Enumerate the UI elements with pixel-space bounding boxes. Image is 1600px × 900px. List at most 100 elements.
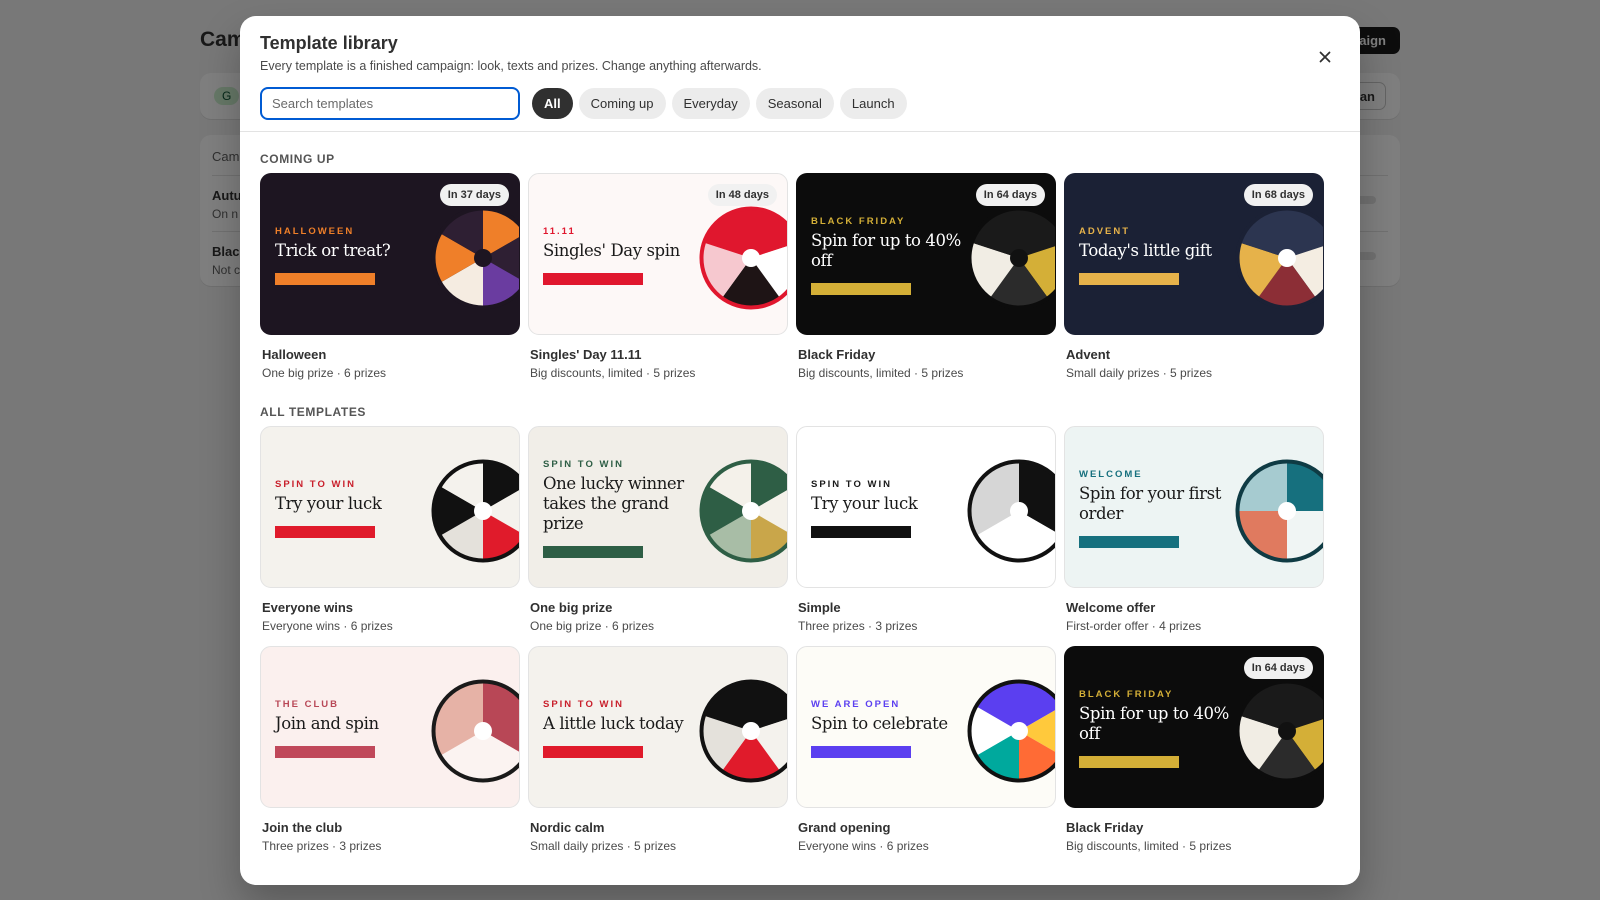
template-headline: Try your luck — [275, 494, 382, 513]
wheel-hub — [474, 249, 492, 267]
template-card-grand-opening[interactable]: WE ARE OPEN Spin to celebrate Grand openin… — [796, 646, 1056, 853]
wheel-segment — [1239, 463, 1287, 511]
template-headline: Spin for up to 40% off — [1079, 704, 1229, 743]
prize-wheel — [967, 459, 1055, 563]
countdown-badge: In 64 days — [975, 184, 1045, 206]
template-eyebrow: SPIN TO WIN — [811, 479, 892, 490]
template-card-everyone-wins[interactable]: SPIN TO WIN Try your luck Everyone wins Eve… — [260, 426, 520, 633]
filter-chip-everyday[interactable]: Everyday — [671, 88, 750, 119]
template-card-black-friday-2[interactable]: BLACK FRIDAY Spin for up to 40% off In 64 … — [1064, 646, 1324, 853]
prize-wheel — [1235, 679, 1323, 783]
template-meta: Everyone wins · 6 prizes — [798, 839, 929, 853]
template-cta-bar — [811, 746, 911, 758]
countdown-badge: In 37 days — [439, 184, 509, 206]
filter-chip-launch[interactable]: Launch — [839, 88, 907, 119]
template-headline: Spin to celebrate — [811, 714, 948, 733]
section-title-coming-up: COMING UP — [260, 152, 335, 166]
template-cta-bar — [275, 273, 375, 285]
template-eyebrow: ADVENT — [1079, 226, 1131, 237]
countdown-badge: In 68 days — [1243, 184, 1313, 206]
template-cta-bar — [1079, 273, 1179, 285]
template-library-modal: Template library Every template is a fin… — [240, 16, 1360, 885]
prize-wheel — [699, 679, 787, 783]
template-card-nordic-calm[interactable]: SPIN TO WIN A little luck today Nordic cal… — [528, 646, 788, 853]
template-preview: SPIN TO WIN Try your luck — [796, 426, 1056, 588]
modal-header: Template library Every template is a fin… — [240, 16, 1360, 132]
template-name: Black Friday — [1066, 820, 1144, 835]
template-card-black-friday[interactable]: BLACK FRIDAY Spin for up to 40% off In 64 … — [796, 173, 1056, 380]
template-cta-bar — [811, 283, 911, 295]
search-input[interactable] — [260, 87, 520, 120]
template-eyebrow: BLACK FRIDAY — [811, 216, 906, 227]
section-title-all-templates: ALL TEMPLATES — [260, 405, 367, 419]
template-preview: BLACK FRIDAY Spin for up to 40% off In 64 … — [796, 173, 1056, 335]
template-name: Halloween — [262, 347, 327, 362]
template-eyebrow: SPIN TO WIN — [543, 459, 624, 470]
template-name: Join the club — [262, 820, 343, 835]
filter-chip-all[interactable]: All — [532, 88, 573, 119]
template-meta: One big prize · 6 prizes — [262, 366, 387, 380]
template-card-advent[interactable]: ADVENT Today's little gift In 68 days Adven… — [1064, 173, 1324, 380]
template-eyebrow: 11.11 — [543, 226, 576, 237]
template-cta-bar — [811, 526, 911, 538]
prize-wheel — [699, 459, 787, 563]
template-card-singles-day[interactable]: 11.11 Singles' Day spin In 48 days Singles'… — [528, 173, 788, 380]
template-preview: SPIN TO WIN Try your luck — [260, 426, 520, 588]
template-headline: Join and spin — [275, 714, 379, 733]
wheel-segment — [1287, 511, 1323, 559]
template-meta: First-order offer · 4 prizes — [1066, 619, 1202, 633]
template-name: Singles' Day 11.11 — [530, 347, 642, 362]
template-eyebrow: THE CLUB — [275, 699, 340, 710]
template-preview: ADVENT Today's little gift In 68 days — [1064, 173, 1324, 335]
template-card-simple[interactable]: SPIN TO WIN Try your luck Simple Three priz… — [796, 426, 1056, 633]
template-card-join-the-club[interactable]: THE CLUB Join and spin Join the club Three … — [260, 646, 520, 853]
template-name: Advent — [1066, 347, 1111, 362]
prize-wheel — [431, 206, 519, 310]
template-cta-bar — [275, 526, 375, 538]
template-headline: Today's little gift — [1079, 241, 1212, 260]
template-name: Simple — [798, 600, 841, 615]
template-headline: Trick or treat? — [275, 241, 391, 260]
template-card-halloween[interactable]: HALLOWEEN Trick or treat? In 37 days Hallow… — [260, 173, 520, 380]
wheel-hub — [1278, 249, 1296, 267]
template-eyebrow: WE ARE OPEN — [811, 699, 901, 710]
template-meta: Small daily prizes · 5 prizes — [530, 839, 677, 853]
template-eyebrow: HALLOWEEN — [275, 226, 355, 237]
template-card-welcome-offer[interactable]: WELCOME Spin for your first order Welcome … — [1064, 426, 1324, 633]
filter-chip-seasonal[interactable]: Seasonal — [755, 88, 834, 119]
template-preview: SPIN TO WIN A little luck today — [528, 646, 788, 808]
wheel-hub — [1010, 722, 1028, 740]
prize-wheel — [699, 206, 787, 310]
template-preview: HALLOWEEN Trick or treat? In 37 days — [260, 173, 520, 335]
modal-subtitle: Every template is a finished campaign: l… — [260, 59, 762, 73]
filter-chip-coming-up[interactable]: Coming up — [578, 88, 666, 119]
wheel-hub — [1278, 502, 1296, 520]
template-cta-bar — [543, 273, 643, 285]
modal-title: Template library — [260, 33, 398, 53]
prize-wheel — [967, 206, 1055, 310]
wheel-hub — [742, 502, 760, 520]
template-meta: One big prize · 6 prizes — [530, 619, 655, 633]
prize-wheel — [431, 459, 519, 563]
countdown-badge: In 48 days — [707, 184, 777, 206]
filter-chips: All Coming up Everyday Seasonal Launch — [532, 88, 907, 119]
template-name: One big prize — [530, 600, 613, 615]
template-meta: Three prizes · 3 prizes — [262, 839, 382, 853]
close-button[interactable] — [1314, 46, 1336, 68]
template-card-one-big-prize[interactable]: SPIN TO WIN One lucky winner takes the gr… — [528, 426, 788, 633]
template-eyebrow: SPIN TO WIN — [543, 699, 624, 710]
template-meta: Small daily prizes · 5 prizes — [1066, 366, 1213, 380]
template-cta-bar — [1079, 756, 1179, 768]
template-headline: Spin for up to 40% off — [811, 231, 961, 270]
template-meta: Three prizes · 3 prizes — [798, 619, 918, 633]
template-meta: Big discounts, limited · 5 prizes — [1066, 839, 1232, 853]
template-name: Welcome offer — [1066, 600, 1156, 615]
template-headline: Try your luck — [811, 494, 918, 513]
wheel-hub — [1010, 249, 1028, 267]
template-preview: SPIN TO WIN One lucky winner takes the gr… — [528, 426, 788, 588]
template-headline: A little luck today — [543, 714, 684, 733]
wheel-hub — [1278, 722, 1296, 740]
template-preview: 11.11 Singles' Day spin In 48 days — [528, 173, 788, 335]
template-cta-bar — [1079, 536, 1179, 548]
prize-wheel — [1235, 459, 1323, 563]
